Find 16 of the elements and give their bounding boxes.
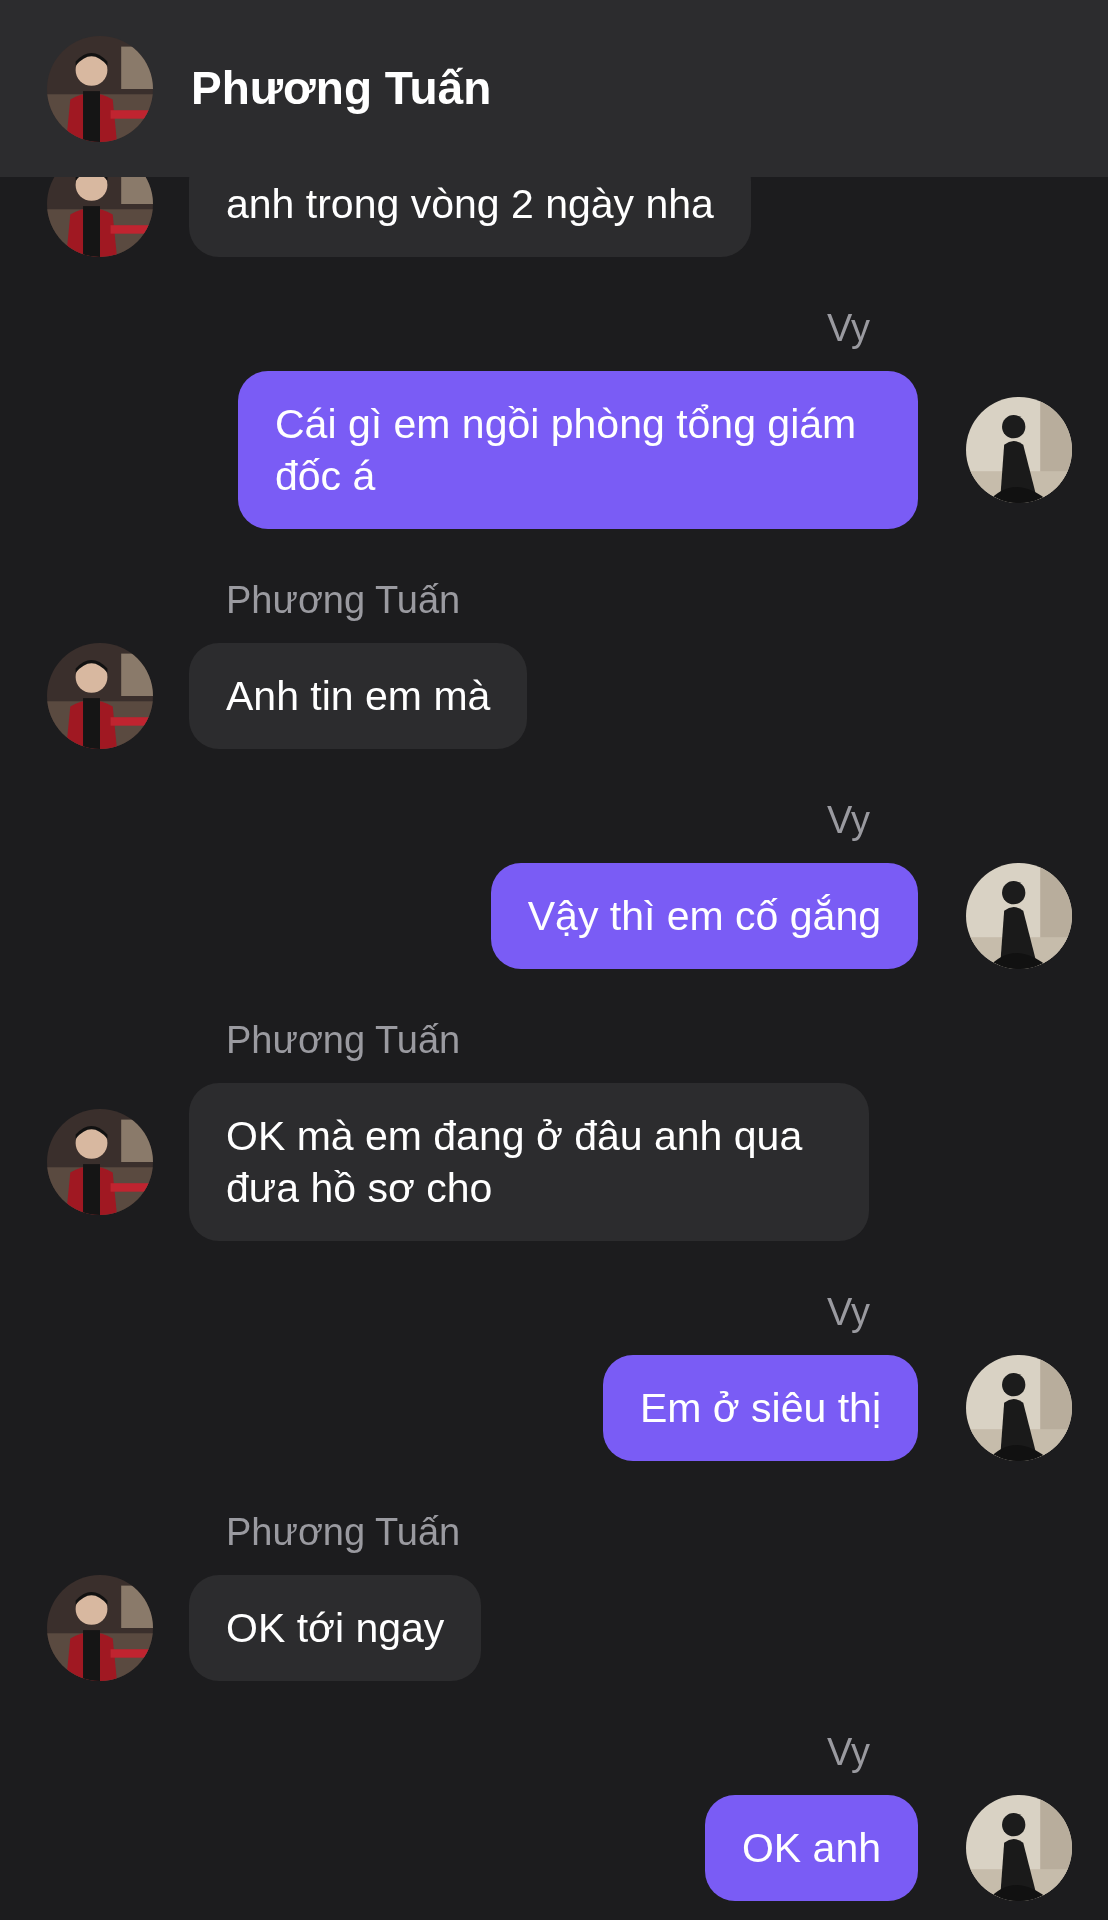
message-bubble: Cái gì em ngồi phòng tổng giám đốc á (238, 371, 918, 529)
sender-name: Phương Tuấn (225, 1510, 461, 1555)
message-bubble: OK anh (704, 1795, 918, 1901)
sender-name: Vy (827, 798, 871, 843)
message-bubble: Anh tin em mà (189, 643, 528, 749)
contact-name: Phương Tuấn (191, 61, 492, 116)
message-bubble: OK tới ngay (189, 1575, 482, 1681)
message-bubble: Em ở siêu thị (602, 1355, 918, 1461)
sender-name: Vy (827, 306, 871, 351)
message-bubble: Vậy thì em cố gắng (490, 863, 918, 969)
sender-name: Phương Tuấn (225, 578, 461, 623)
sender-name: Vy (827, 1290, 871, 1335)
message-bubble: anh trong vòng 2 ngày nha (189, 177, 751, 257)
sender-name: Vy (827, 1730, 871, 1775)
message-bubble: OK mà em đang ở đâu anh qua đưa hồ sơ cho (189, 1083, 869, 1241)
sender-name: Phương Tuấn (225, 1018, 461, 1063)
